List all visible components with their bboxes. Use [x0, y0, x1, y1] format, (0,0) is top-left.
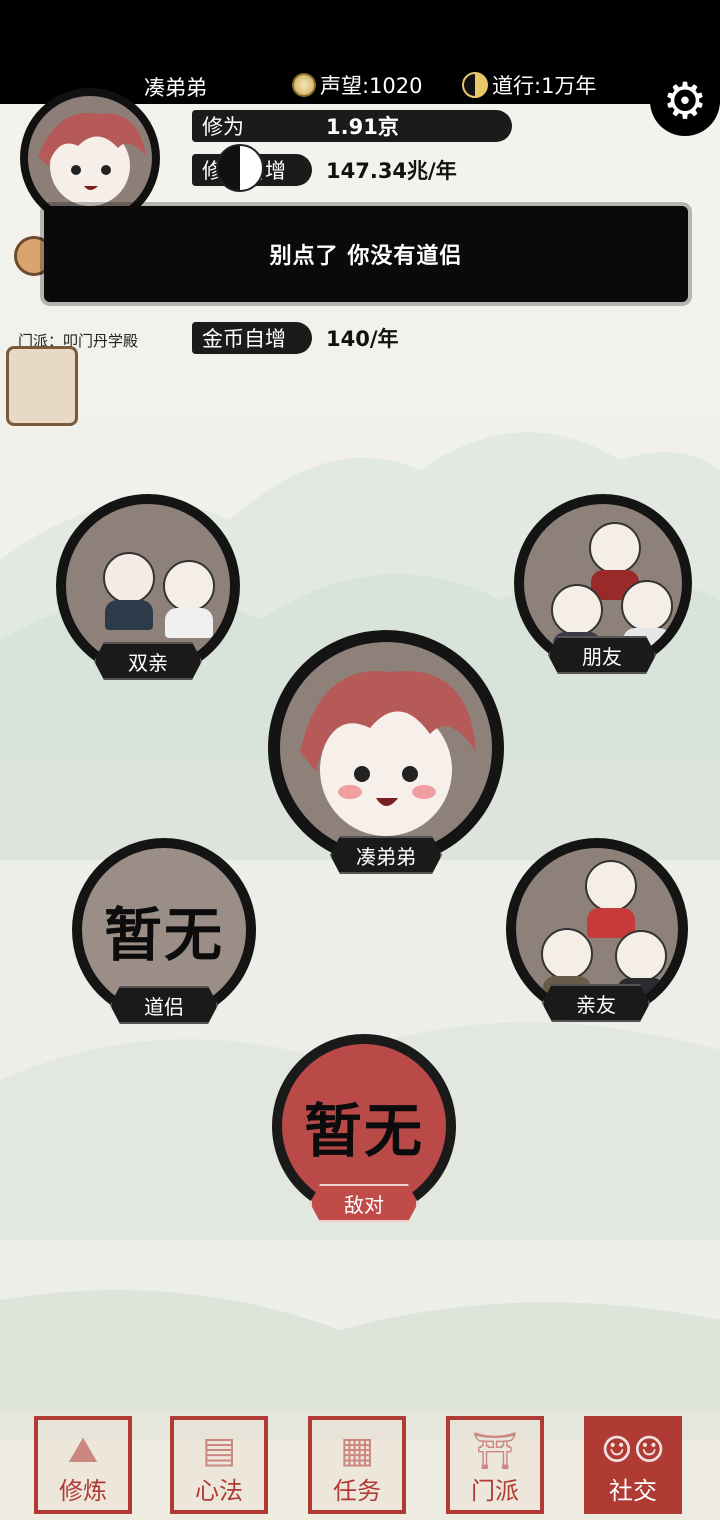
character-figure: [160, 560, 218, 638]
player-name: 凑弟弟: [144, 76, 207, 100]
nav-label: 社交: [609, 1477, 657, 1505]
stat-cultivation: 修为 1.91京: [192, 106, 512, 146]
relation-ring: [268, 630, 504, 866]
dao-value: 道行:1万年: [492, 74, 597, 98]
stat-label: 金币自增: [202, 327, 286, 351]
nav-label: 任务: [333, 1477, 381, 1505]
relation-label: 凑弟弟: [330, 836, 442, 874]
relation-friends[interactable]: 朋友: [514, 494, 692, 672]
bag-icon[interactable]: [6, 346, 78, 426]
nav-label: 门派: [471, 1477, 519, 1505]
nav-label: 修炼: [59, 1477, 107, 1505]
self-portrait: [300, 671, 476, 836]
nav-cultivate[interactable]: ⛰ 修炼: [34, 1416, 132, 1514]
prestige-display: 声望:1020: [292, 70, 423, 100]
stat-value: 140/年: [326, 327, 399, 351]
nav-sect[interactable]: ⛩ 门派: [446, 1416, 544, 1514]
relation-label: 敌对: [310, 1184, 418, 1222]
yinyang-icon: [216, 144, 264, 192]
people-icon: ☺☺: [600, 1430, 666, 1471]
scroll-icon: ▤: [201, 1430, 236, 1471]
yinyang-icon: [462, 72, 488, 98]
relation-label: 朋友: [548, 636, 656, 674]
stat-value: 1.91京: [326, 115, 399, 139]
empty-placeholder: 暂无: [303, 1097, 424, 1165]
avatar-portrait: [38, 112, 146, 206]
relation-partner[interactable]: 暂无 道侣: [72, 838, 256, 1022]
nav-social[interactable]: ☺☺ 社交: [584, 1416, 682, 1514]
relation-label: 亲友: [542, 984, 650, 1022]
gate-icon: ⛩: [472, 1431, 518, 1472]
dao-display: 道行:1万年: [462, 70, 596, 100]
nav-techniques[interactable]: ▤ 心法: [170, 1416, 268, 1514]
nav-label: 心法: [195, 1477, 243, 1505]
stat-value: 147.34兆/年: [326, 159, 457, 183]
paper-icon: ▦: [339, 1430, 374, 1471]
prestige-value: 声望:1020: [320, 74, 423, 98]
relation-self[interactable]: 凑弟弟: [268, 630, 504, 866]
mountain-icon: ⛰: [67, 1430, 99, 1471]
toast-text: 别点了 你没有道侣: [269, 244, 463, 269]
relation-enemy[interactable]: 暂无 敌对: [272, 1034, 456, 1218]
toast-message: 别点了 你没有道侣: [44, 206, 688, 302]
relation-label: 双亲: [94, 642, 202, 680]
character-figure: [582, 860, 640, 938]
relation-label: 道侣: [110, 986, 218, 1024]
relation-parents[interactable]: 双亲: [56, 494, 240, 678]
stat-gold-growth: 金币自增 140/年: [192, 318, 399, 358]
nav-tasks[interactable]: ▦ 任务: [308, 1416, 406, 1514]
stat-label: 修为: [202, 115, 244, 139]
coin-icon: [292, 73, 316, 97]
relation-relatives[interactable]: 亲友: [506, 838, 688, 1020]
settings-gear-icon[interactable]: ⚙: [650, 66, 720, 136]
character-figure: [100, 552, 158, 630]
